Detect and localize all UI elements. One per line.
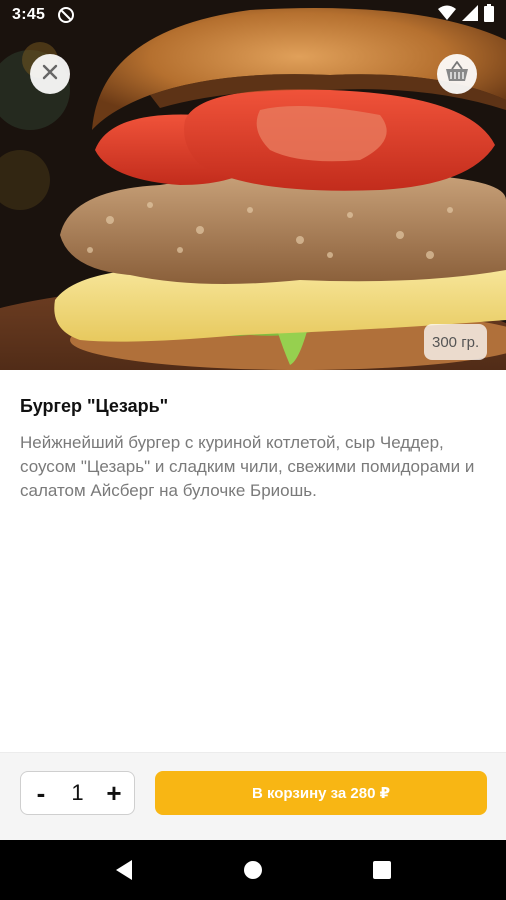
product-title: Бургер "Цезарь" [20, 396, 169, 416]
status-bar: 3:45 [0, 0, 506, 30]
basket-icon [445, 60, 469, 88]
status-time: 3:45 [12, 6, 46, 23]
increment-button[interactable]: + [102, 780, 126, 806]
close-icon [42, 64, 58, 85]
product-description: Нейжнейший бургер с куриной котлетой, сы… [20, 433, 475, 500]
system-nav-bar [0, 840, 506, 900]
cart-button[interactable] [437, 54, 477, 94]
back-icon[interactable] [109, 855, 139, 885]
wifi-icon [438, 5, 456, 26]
recents-icon[interactable] [367, 855, 397, 885]
home-icon[interactable] [238, 855, 268, 885]
burger-illustration [0, 0, 506, 370]
do-not-disturb-icon [57, 6, 75, 24]
quantity-value: 1 [71, 780, 84, 805]
close-button[interactable] [30, 54, 70, 94]
product-photo [0, 0, 506, 370]
weight-badge: 300 гр. [424, 324, 488, 360]
status-icons [438, 3, 494, 27]
signal-icon [462, 4, 478, 26]
order-bar: - 1 + В корзину за 280 ₽ [0, 752, 506, 840]
decrement-button[interactable]: - [29, 780, 53, 806]
add-to-cart-button[interactable]: В корзину за 280 ₽ [155, 771, 487, 815]
quantity-stepper: - 1 + [20, 771, 135, 815]
battery-icon [484, 3, 494, 27]
